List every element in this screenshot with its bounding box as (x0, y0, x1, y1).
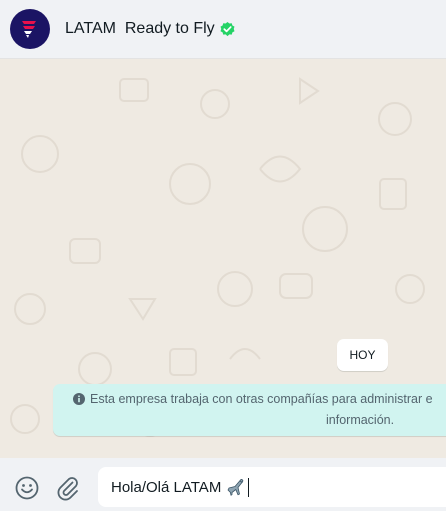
latam-logo-icon (22, 21, 36, 38)
smiley-icon (15, 476, 39, 500)
paperclip-icon (57, 477, 78, 501)
contact-name-text: LATAM Ready to Fly (65, 20, 215, 37)
date-divider-label: HOY (349, 348, 376, 362)
contact-name[interactable]: LATAM Ready to Fly (65, 20, 236, 38)
airplane-emoji-icon (227, 477, 247, 497)
chat-header: LATAM Ready to Fly (0, 0, 446, 59)
verified-badge-icon (219, 21, 236, 38)
info-icon (73, 393, 85, 405)
chat-area: HOY Esta empresa trabaja con otras compa… (0, 59, 446, 458)
avatar[interactable] (10, 9, 50, 49)
message-input[interactable]: Hola/Olá LATAM (98, 467, 446, 507)
composer-bar: Hola/Olá LATAM (0, 458, 446, 511)
message-input-text-wrapper: Hola/Olá LATAM (111, 477, 250, 497)
attach-button[interactable] (56, 475, 80, 501)
text-caret (248, 477, 250, 497)
notice-text-line-2: información. (326, 413, 395, 427)
date-divider-badge: HOY (337, 339, 388, 371)
emoji-button[interactable] (14, 475, 40, 501)
notice-text-line-1: Esta empresa trabaja con otras compañías… (90, 392, 433, 406)
message-input-text: Hola/Olá LATAM (111, 478, 222, 496)
notice-line-1: Esta empresa trabaja con otras compañías… (73, 392, 433, 406)
business-info-notice[interactable]: Esta empresa trabaja con otras compañías… (53, 384, 446, 436)
